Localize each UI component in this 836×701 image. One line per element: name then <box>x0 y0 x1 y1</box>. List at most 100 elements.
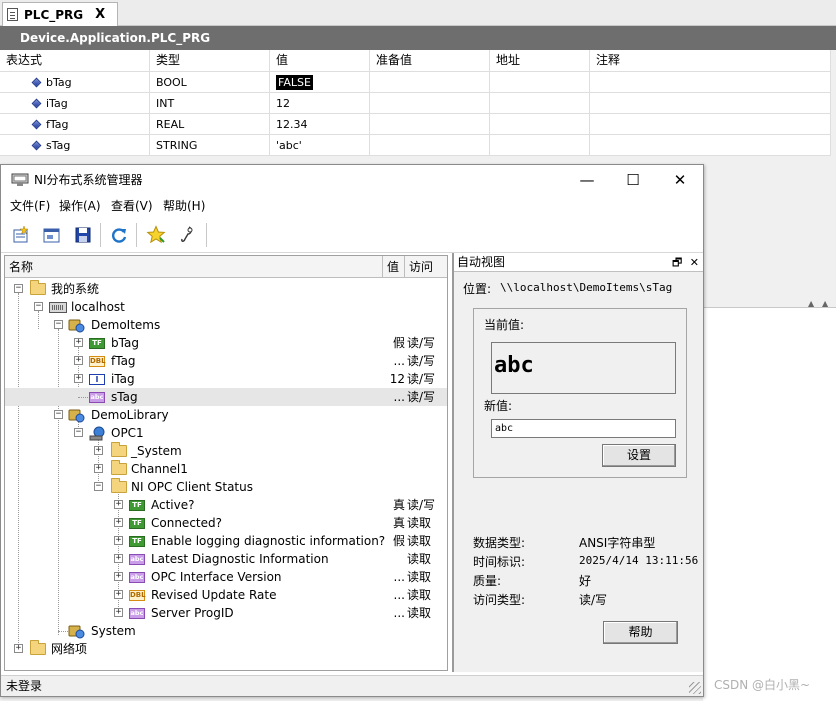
expand-icon[interactable]: + <box>94 464 103 473</box>
tree-node-opc-interface-version[interactable]: + abc OPC Interface Version ... 读取 <box>5 568 447 586</box>
help-button[interactable]: 帮助 <box>603 621 678 644</box>
table-row[interactable]: bTag BOOL FALSE <box>0 72 831 93</box>
expand-icon[interactable]: + <box>114 572 123 581</box>
tree-node-active[interactable]: + TF Active? 真 读/写 <box>5 496 447 514</box>
properties-icon[interactable] <box>40 223 64 247</box>
value-cell[interactable]: 12 <box>270 93 370 113</box>
tree-node-btag[interactable]: + TF bTag 假 读/写 <box>5 334 447 352</box>
tree-node-opc1[interactable]: − OPC1 <box>5 424 447 442</box>
collapse-icon[interactable]: − <box>54 410 63 419</box>
process-icon <box>68 409 85 423</box>
tree-node-localhost[interactable]: − localhost <box>5 298 447 316</box>
node-label: Channel1 <box>131 462 188 476</box>
col-value[interactable]: 值 <box>270 50 370 71</box>
tab-plc-prg[interactable]: PLC_PRG X <box>2 2 118 26</box>
minimize-button[interactable]: — <box>564 165 610 195</box>
tree-node-itag[interactable]: + I iTag 12 读/写 <box>5 370 447 388</box>
table-row[interactable]: fTag REAL 12.34 <box>0 114 831 135</box>
expand-icon[interactable]: + <box>114 554 123 563</box>
expand-icon[interactable]: + <box>114 518 123 527</box>
tab-close-icon[interactable]: X <box>95 7 105 22</box>
prepared-value-cell[interactable] <box>370 135 490 155</box>
expand-icon[interactable]: + <box>74 374 83 383</box>
collapse-up-icon[interactable]: ▲ <box>822 299 828 308</box>
address-cell <box>490 93 590 113</box>
expand-icon[interactable]: + <box>94 446 103 455</box>
ni-dsm-window: NI分布式系统管理器 — ☐ ✕ 文件(F) 操作(A) 查看(V) 帮助(H) <box>0 164 704 697</box>
value-cell[interactable]: 'abc' <box>270 135 370 155</box>
col-comment[interactable]: 注释 <box>590 50 831 71</box>
close-button[interactable]: ✕ <box>657 165 703 195</box>
probe-icon[interactable] <box>175 223 199 247</box>
new-value-input[interactable]: abc <box>491 419 676 438</box>
restore-pane-icon[interactable]: 🗗 <box>672 256 682 269</box>
tree-node-server-progid[interactable]: + abc Server ProgID ... 读取 <box>5 604 447 622</box>
maximize-button[interactable]: ☐ <box>610 165 656 195</box>
expand-icon[interactable]: + <box>114 500 123 509</box>
value-cell[interactable]: 12.34 <box>270 114 370 134</box>
value-cell[interactable]: FALSE <box>270 72 370 92</box>
collapse-icon[interactable]: − <box>54 320 63 329</box>
menu-file[interactable]: 文件(F) <box>10 195 50 217</box>
expression-cell: sTag <box>0 135 150 155</box>
toolbar-separator <box>206 223 207 247</box>
col-address[interactable]: 地址 <box>490 50 590 71</box>
tree-node-network[interactable]: + 网络项 <box>5 640 447 658</box>
tree-node-stag[interactable]: abc sTag ... 读/写 <box>5 388 447 406</box>
boolean-tf-icon: TF <box>129 536 145 547</box>
save-icon[interactable] <box>71 223 95 247</box>
prepared-value-cell[interactable] <box>370 114 490 134</box>
expand-icon[interactable]: + <box>74 356 83 365</box>
tree-node-demoitems[interactable]: − DemoItems <box>5 316 447 334</box>
prepared-value-cell[interactable] <box>370 93 490 113</box>
close-pane-icon[interactable]: ✕ <box>690 256 699 269</box>
menu-action[interactable]: 操作(A) <box>59 195 101 217</box>
col-prepared-value[interactable]: 准备值 <box>370 50 490 71</box>
collapse-up-icon[interactable]: ▲ <box>808 299 814 308</box>
tree-node-connected[interactable]: + TF Connected? 真 读取 <box>5 514 447 532</box>
collapse-icon[interactable]: − <box>74 428 83 437</box>
expand-icon[interactable]: + <box>74 338 83 347</box>
table-row[interactable]: sTag STRING 'abc' <box>0 135 831 156</box>
tree-node-revised-update-rate[interactable]: + DBL Revised Update Rate ... 读取 <box>5 586 447 604</box>
col-access[interactable]: 访问 <box>405 256 447 278</box>
refresh-icon[interactable] <box>107 223 131 247</box>
tree-node-ftag[interactable]: + DBL fTag ... 读/写 <box>5 352 447 370</box>
tree-node-channel1[interactable]: + Channel1 <box>5 460 447 478</box>
menu-help[interactable]: 帮助(H) <box>163 195 205 217</box>
tree-node-latest-diagnostic[interactable]: + abc Latest Diagnostic Information 读取 <box>5 550 447 568</box>
col-value[interactable]: 值 <box>383 256 405 278</box>
editor-splitter[interactable]: ▲ ▲ <box>703 298 836 308</box>
collapse-icon[interactable]: − <box>94 482 103 491</box>
tree-header: 名称 值 访问 <box>5 256 447 278</box>
tree-node-system[interactable]: System <box>5 622 447 640</box>
boolean-tf-icon: TF <box>129 500 145 511</box>
tree-node-my-system[interactable]: − 我的系统 <box>5 280 447 298</box>
expand-icon[interactable]: + <box>114 608 123 617</box>
tree-node-enable-logging[interactable]: + TF Enable logging diagnostic informati… <box>5 532 447 550</box>
location-value: \\localhost\DemoItems\sTag <box>500 281 673 294</box>
tree-line <box>78 397 88 398</box>
collapse-icon[interactable]: − <box>34 302 43 311</box>
table-row[interactable]: iTag INT 12 <box>0 93 831 114</box>
tree-node-demolibrary[interactable]: − DemoLibrary <box>5 406 447 424</box>
expand-icon[interactable]: + <box>114 590 123 599</box>
col-expression[interactable]: 表达式 <box>0 50 150 71</box>
prepared-value-cell[interactable] <box>370 72 490 92</box>
expand-icon[interactable]: + <box>114 536 123 545</box>
set-button[interactable]: 设置 <box>602 444 676 467</box>
tree-node-opc-client-status[interactable]: − NI OPC Client Status <box>5 478 447 496</box>
resize-grip-icon[interactable] <box>689 682 701 694</box>
expand-icon[interactable]: + <box>14 644 23 653</box>
new-item-icon[interactable] <box>9 223 33 247</box>
menu-view[interactable]: 查看(V) <box>111 195 153 217</box>
col-type[interactable]: 类型 <box>150 50 270 71</box>
tree-node-system-folder[interactable]: + _System <box>5 442 447 460</box>
data-type-value: ANSI字符串型 <box>579 536 656 550</box>
collapse-icon[interactable]: − <box>14 284 23 293</box>
folder-icon <box>111 442 127 457</box>
col-name[interactable]: 名称 <box>5 256 383 278</box>
favorite-star-icon[interactable] <box>144 223 168 247</box>
title-bar[interactable]: NI分布式系统管理器 — ☐ ✕ <box>1 165 703 195</box>
node-label: DemoItems <box>91 318 161 332</box>
